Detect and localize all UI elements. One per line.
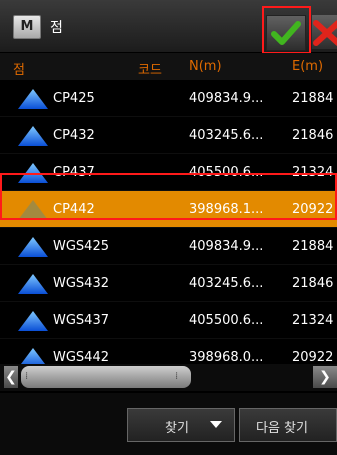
easting-value: 21884 — [292, 239, 334, 254]
grip-icon: ⁞ — [175, 371, 179, 382]
triangle-point-icon — [18, 274, 48, 294]
horizontal-scrollbar[interactable]: ❮ ⁞ ⁞ ❯ — [0, 364, 337, 391]
table-row[interactable]: CP432 403245.6... 21846 — [0, 117, 337, 154]
easting-value: 21846 — [292, 128, 334, 143]
title-bar: M 점 — [0, 0, 337, 54]
easting-value: 21846 — [292, 276, 334, 291]
dropdown-arrow-icon[interactable] — [210, 421, 222, 428]
northing-value: 403245.6... — [189, 128, 264, 143]
scroll-right-arrow-icon[interactable]: ❯ — [313, 366, 337, 388]
point-name: CP432 — [53, 128, 95, 143]
point-name: CP425 — [53, 91, 95, 106]
table-header: 점 코드 N(m) E(m) — [0, 53, 337, 80]
easting-value: 21884 — [292, 91, 334, 106]
northing-value: 409834.9... — [189, 91, 264, 106]
triangle-point-icon — [18, 237, 48, 257]
ok-button-highlight — [262, 6, 311, 54]
scroll-thumb[interactable]: ⁞ ⁞ — [21, 366, 191, 388]
column-header-code[interactable]: 코드 — [138, 59, 162, 78]
northing-value: 405500.6... — [189, 313, 264, 328]
point-name: WGS442 — [53, 350, 109, 365]
cancel-button[interactable] — [312, 15, 337, 49]
northing-value: 409834.9... — [189, 239, 264, 254]
find-button[interactable]: 찾기 — [127, 408, 235, 442]
find-next-button[interactable]: 다음 찾기 — [239, 408, 337, 442]
app-icon: M — [13, 15, 41, 39]
northing-value: 398968.0... — [189, 350, 264, 365]
table-row[interactable]: WGS432 403245.6... 21846 — [0, 265, 337, 302]
easting-value: 21324 — [292, 313, 334, 328]
point-name: WGS425 — [53, 239, 109, 254]
window-title: 점 — [50, 20, 63, 36]
find-button-label: 찾기 — [165, 421, 189, 436]
point-name: WGS432 — [53, 276, 109, 291]
bottom-toolbar: 찾기 다음 찾기 — [0, 393, 337, 455]
scroll-left-arrow-icon[interactable]: ❮ — [4, 366, 18, 388]
easting-value: 20922 — [292, 350, 334, 365]
selected-row-highlight — [0, 173, 337, 220]
column-header-n[interactable]: N(m) — [189, 59, 222, 74]
table-row[interactable]: CP425 409834.9... 21884 — [0, 80, 337, 117]
point-list: CP425 409834.9... 21884 CP432 403245.6..… — [0, 80, 337, 376]
northing-value: 403245.6... — [189, 276, 264, 291]
triangle-point-icon — [18, 311, 48, 331]
table-row[interactable]: WGS437 405500.6... 21324 — [0, 302, 337, 339]
triangle-point-icon — [18, 89, 48, 109]
column-header-e[interactable]: E(m) — [292, 59, 323, 74]
column-header-point[interactable]: 점 — [13, 59, 25, 78]
find-next-button-label: 다음 찾기 — [256, 421, 308, 436]
triangle-point-icon — [18, 126, 48, 146]
close-icon — [313, 20, 337, 46]
point-name: WGS437 — [53, 313, 109, 328]
grip-icon: ⁞ — [25, 371, 29, 382]
table-row[interactable]: WGS425 409834.9... 21884 — [0, 228, 337, 265]
